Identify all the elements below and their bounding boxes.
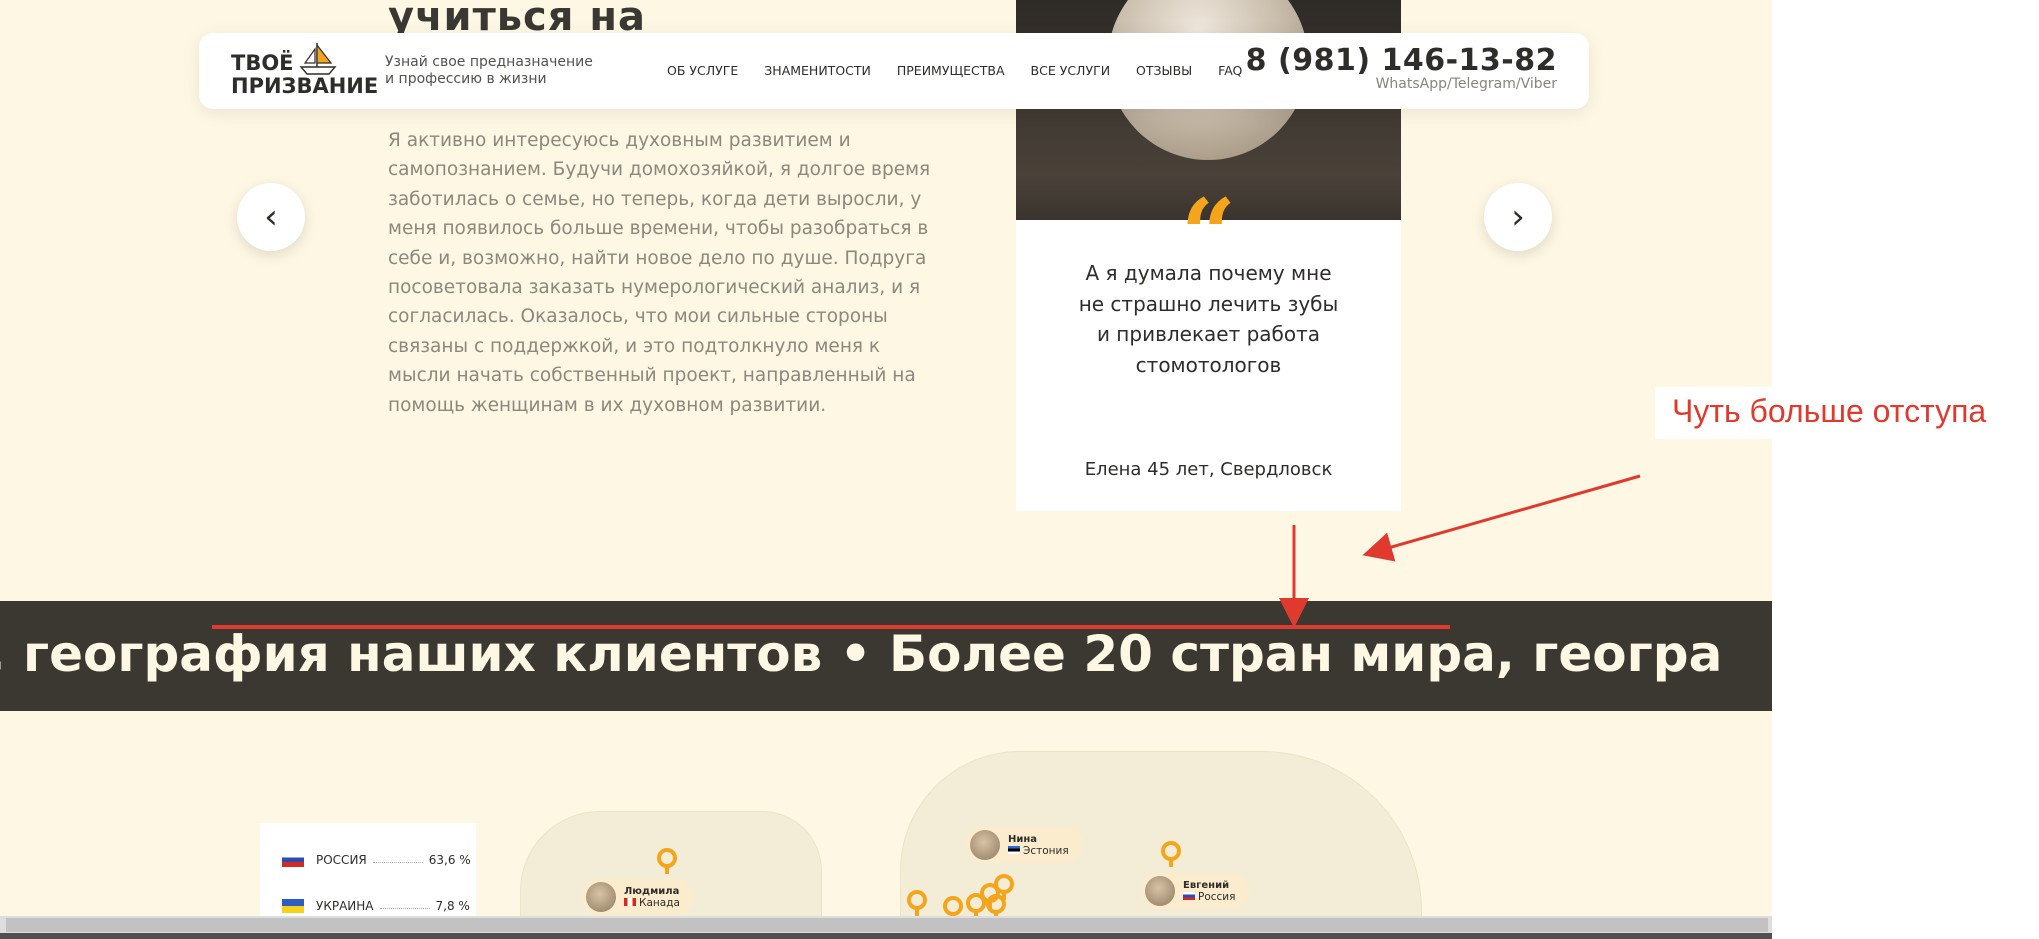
annotation-arrows	[212, 474, 1641, 629]
annotation-arrow-pointer	[1362, 474, 1641, 562]
